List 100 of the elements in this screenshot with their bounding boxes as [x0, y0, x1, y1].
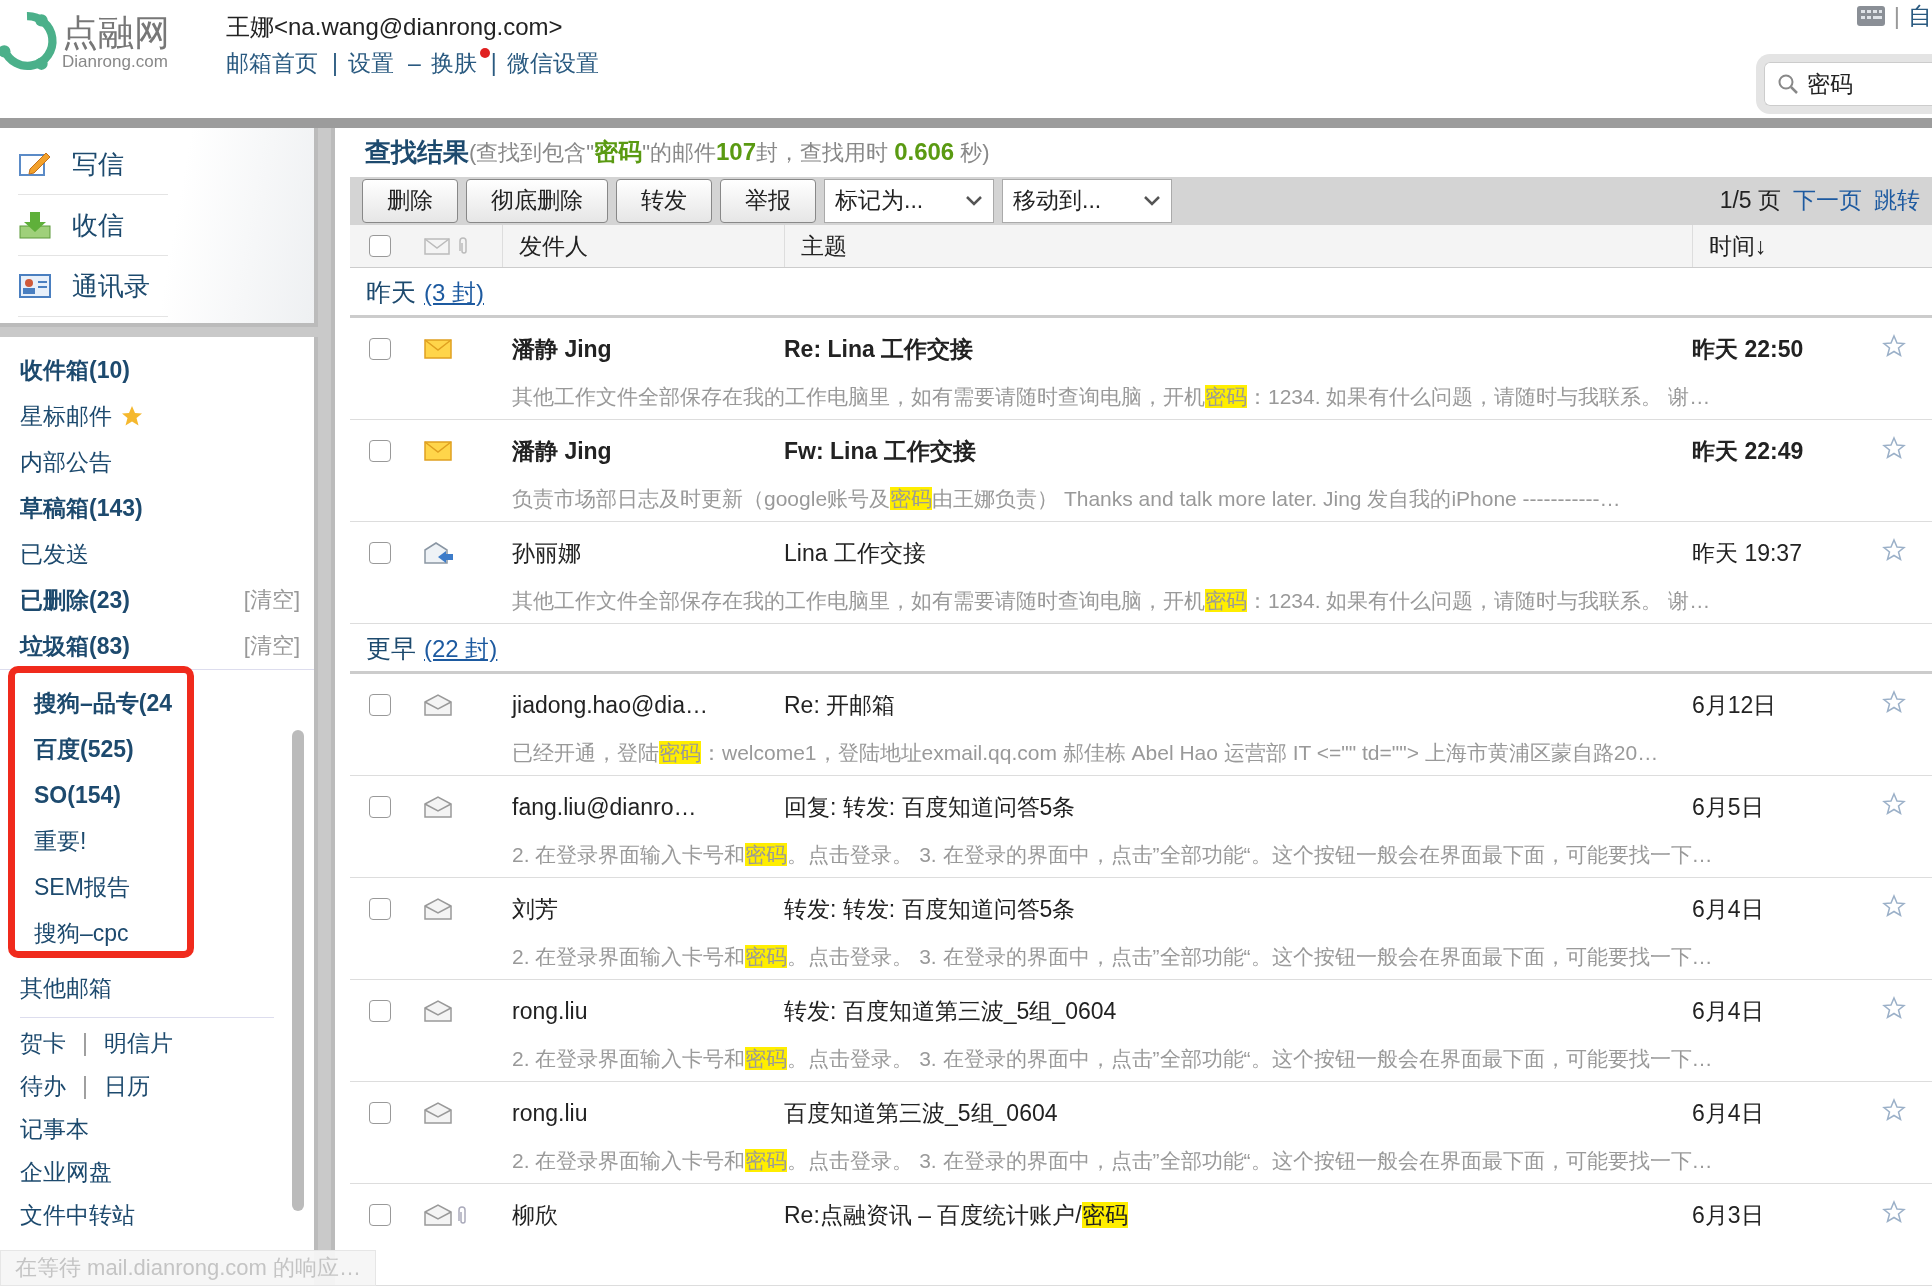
tool-link[interactable]: 日历: [104, 1071, 150, 1102]
toolbar-button[interactable]: 彻底删除: [466, 178, 608, 223]
email-preview: 2. 在登录界面输入卡号和密码。点击登录。 3. 在登录的界面中，点击”全部功能“。这个按钮一般会在界面最下面，可能要找一下…: [511, 1045, 1714, 1072]
column-header[interactable]: 发件人: [502, 225, 784, 267]
row-checkbox[interactable]: [369, 440, 391, 462]
scrollbar[interactable]: [292, 730, 304, 1211]
jump-link[interactable]: 跳转: [1874, 185, 1920, 217]
header-link[interactable]: 设置: [348, 48, 394, 79]
tool-link[interactable]: 贺卡: [20, 1028, 66, 1059]
separator: –: [408, 50, 421, 77]
star-outline-icon[interactable]: [1882, 792, 1906, 816]
row-checkbox[interactable]: [369, 1204, 391, 1226]
email-row[interactable]: fang.liu@dianro… 回复: 转发: 百度知道问答5条 6月5日 2. 在登录界面输入卡号和密码。点击登录。 3. 在登录的界面中，点击”全部功能“。这个按钮一般会在界面最下面，可能要找一下…: [350, 776, 1932, 878]
user-email: 王娜<na.wang@dianrong.com>: [226, 12, 564, 42]
email-time: 昨天 22:50: [1692, 334, 1805, 364]
row-checkbox[interactable]: [369, 796, 391, 818]
results-summary: (查找到包含"密码"的邮件107封，查找用时 0.606 秒): [469, 137, 990, 168]
select-all-checkbox[interactable]: [369, 235, 391, 257]
star-outline-icon[interactable]: [1882, 894, 1906, 918]
toolbar-button[interactable]: 举报: [720, 178, 816, 223]
email-subject[interactable]: 转发: 百度知道第三波_5组_0604: [784, 995, 1692, 1027]
folder-link[interactable]: SEM报告: [34, 871, 130, 903]
sidebar-action[interactable]: 写信: [18, 134, 168, 195]
email-subject[interactable]: 回复: 转发: 百度知道问答5条: [784, 791, 1692, 823]
header-link[interactable]: 换肤: [430, 48, 477, 79]
group-count-link[interactable]: (3 封): [424, 277, 484, 309]
email-time: 6月12日: [1692, 690, 1778, 720]
star-outline-icon[interactable]: [1882, 996, 1906, 1020]
sender-name: rong.liu: [511, 1099, 589, 1127]
email-subject[interactable]: Re: Lina 工作交接: [784, 333, 1692, 365]
row-checkbox[interactable]: [369, 338, 391, 360]
header-link[interactable]: 邮箱首页: [226, 48, 318, 79]
star-outline-icon[interactable]: [1882, 1200, 1906, 1224]
email-row[interactable]: 潘静 Jing Fw: Lina 工作交接 昨天 22:49 负责市场部日志及时更新（google账号及密码由王娜负责） Thanks and talk more later. Jing 发自我的iPhone -----------…: [350, 420, 1932, 522]
email-row[interactable]: jiadong.hao@dia… Re: 开邮箱 6月12日 已经开通，登陆密码：welcome1，登陆地址exmail.qq.com 郝佳栋 Abel Hao 运营部 IT <="" td=""> 上海市黄浦区蒙自路20…: [350, 674, 1932, 776]
star-outline-icon[interactable]: [1882, 1098, 1906, 1122]
email-preview: 已经开通，登陆密码：welcome1，登陆地址exmail.qq.com 郝佳栋 Abel Hao 运营部 IT <="" td=""> 上海市黄浦区蒙自路20…: [511, 739, 1660, 766]
folder-link[interactable]: 重要!: [34, 825, 87, 857]
row-checkbox[interactable]: [369, 898, 391, 920]
folder-link[interactable]: 星标邮件: [20, 400, 112, 432]
column-header[interactable]: 主题: [784, 225, 1692, 267]
dropdown[interactable]: 标记为...: [824, 178, 994, 223]
row-checkbox[interactable]: [369, 1102, 391, 1124]
toolbar-button[interactable]: 删除: [362, 178, 458, 223]
row-checkbox[interactable]: [369, 1000, 391, 1022]
folder-link[interactable]: 搜狗–cpc: [34, 917, 129, 949]
email-row[interactable]: 刘芳 转发: 转发: 百度知道问答5条 6月4日 2. 在登录界面输入卡号和密码。点击登录。 3. 在登录的界面中，点击”全部功能“。这个按钮一般会在界面最下面，可能要找一下…: [350, 878, 1932, 980]
tool-link[interactable]: 记事本: [20, 1114, 89, 1145]
email-subject[interactable]: Fw: Lina 工作交接: [784, 435, 1692, 467]
group-count-link[interactable]: (22 封): [424, 633, 498, 665]
keyboard-icon[interactable]: [1855, 5, 1886, 27]
folder-link[interactable]: 搜狗–品专(24: [34, 687, 173, 719]
folder-link[interactable]: 垃圾箱(83): [20, 630, 130, 662]
folder-link[interactable]: 百度(525): [34, 733, 134, 765]
sender-name: 潘静 Jing: [511, 436, 613, 466]
folder-link[interactable]: 其他邮箱: [20, 972, 112, 1004]
email-time: 6月4日: [1692, 996, 1765, 1026]
star-outline-icon[interactable]: [1882, 690, 1906, 714]
star-outline-icon[interactable]: [1882, 436, 1906, 460]
dropdown[interactable]: 移动到...: [1002, 178, 1172, 223]
email-subject[interactable]: Lina 工作交接: [784, 537, 1692, 569]
email-subject[interactable]: Re: 开邮箱: [784, 689, 1692, 721]
folder-link[interactable]: 草稿箱(143): [20, 492, 143, 524]
email-row[interactable]: 潘静 Jing Re: Lina 工作交接 昨天 22:50 其他工作文件全部保存在我的工作电脑里，如有需要请随时查询电脑，开机密码：1234. 如果有什么问题，请随时与我联系。 谢…: [350, 318, 1932, 420]
sender-name: 潘静 Jing: [511, 334, 613, 364]
email-preview: 其他工作文件全部保存在我的工作电脑里，如有需要请随时查询电脑，开机密码：1234. 如果有什么问题，请随时与我联系。 谢…: [511, 383, 1712, 410]
star-outline-icon[interactable]: [1882, 538, 1906, 562]
chevron-down-icon: [965, 194, 983, 207]
sender-name: 刘芳: [511, 894, 559, 924]
email-row[interactable]: 孙丽娜 Lina 工作交接 昨天 19:37 其他工作文件全部保存在我的工作电脑里，如有需要请随时查询电脑，开机密码：1234. 如果有什么问题，请随时与我联系。 谢…: [350, 522, 1932, 624]
column-header[interactable]: 时间↓: [1692, 225, 1882, 267]
email-row[interactable]: rong.liu 转发: 百度知道第三波_5组_0604 6月4日 2. 在登录界面输入卡号和密码。点击登录。 3. 在登录的界面中，点击”全部功能“。这个按钮一般会在界面最下面，可能要找一下…: [350, 980, 1932, 1082]
separator: |: [1893, 2, 1900, 30]
sidebar-action[interactable]: 通讯录: [18, 256, 168, 317]
folder-link[interactable]: 已删除(23): [20, 584, 130, 616]
sidebar-action[interactable]: 收信: [18, 195, 168, 256]
sender-name: 孙丽娜: [511, 538, 582, 568]
next-page-link[interactable]: 下一页: [1793, 185, 1862, 217]
email-subject[interactable]: 百度知道第三波_5组_0604: [784, 1097, 1692, 1129]
star-outline-icon[interactable]: [1882, 334, 1906, 358]
email-preview: 其他工作文件全部保存在我的工作电脑里，如有需要请随时查询电脑，开机密码：1234. 如果有什么问题，请随时与我联系。 谢…: [511, 587, 1712, 614]
group-label: 更早: [366, 633, 416, 664]
row-checkbox[interactable]: [369, 694, 391, 716]
toolbar-button[interactable]: 转发: [616, 178, 712, 223]
paperclip-icon: [456, 1205, 468, 1225]
header-link[interactable]: 微信设置: [506, 48, 599, 79]
tool-link[interactable]: 待办: [20, 1071, 66, 1102]
header-link[interactable]: 自: [1908, 0, 1932, 32]
email-subject[interactable]: 转发: 转发: 百度知道问答5条: [784, 893, 1692, 925]
tool-link[interactable]: 企业网盘: [20, 1157, 112, 1188]
folder-link[interactable]: 已发送: [20, 538, 89, 570]
separator: |: [82, 1030, 88, 1057]
folder-link[interactable]: 内部公告: [20, 446, 112, 478]
folder-link[interactable]: 收件箱(10): [20, 354, 130, 386]
email-row[interactable]: rong.liu 百度知道第三波_5组_0604 6月4日 2. 在登录界面输入卡号和密码。点击登录。 3. 在登录的界面中，点击”全部功能“。这个按钮一般会在界面最下面，可能要找一下…: [350, 1082, 1932, 1184]
folder-link[interactable]: SO(154): [34, 781, 121, 809]
tool-link[interactable]: 明信片: [104, 1028, 173, 1059]
separator: |: [332, 50, 338, 77]
tool-link[interactable]: 文件中转站: [20, 1200, 135, 1231]
row-checkbox[interactable]: [369, 542, 391, 564]
